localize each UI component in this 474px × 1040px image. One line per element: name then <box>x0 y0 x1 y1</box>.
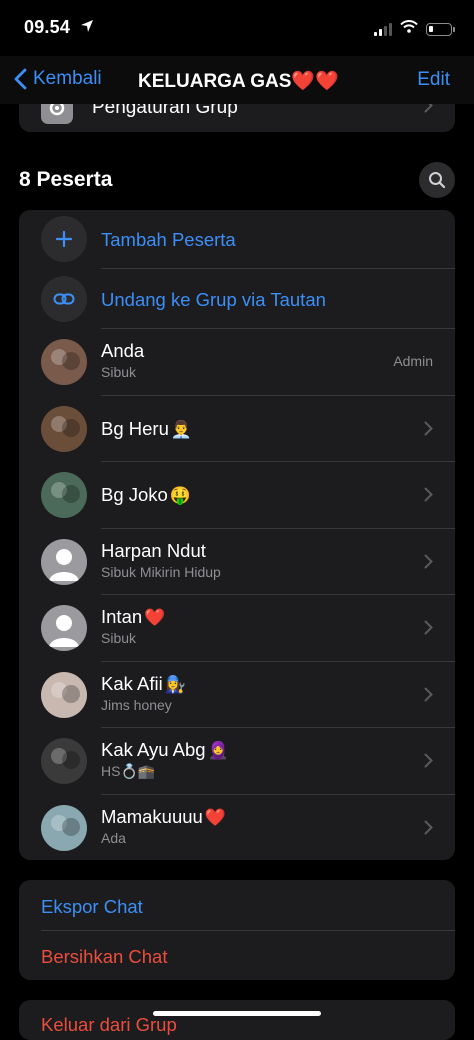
chevron-right-icon <box>424 687 433 707</box>
chevron-right-icon <box>424 620 433 640</box>
clear-chat-button[interactable]: Bersihkan Chat <box>41 946 167 968</box>
participant-row[interactable]: Bg Heru 👨‍💼 <box>19 396 455 462</box>
participants-list: Tambah Peserta Undang ke Grup via Tautan… <box>19 210 455 860</box>
participant-name: Anda <box>101 340 145 361</box>
chevron-right-icon <box>424 753 433 773</box>
participant-status: Sibuk Mikirin Hidup <box>101 563 221 580</box>
home-indicator <box>153 1011 321 1016</box>
export-chat-button[interactable]: Ekspor Chat <box>41 896 143 918</box>
participant-name: Bg Heru 👨‍💼 <box>101 417 193 439</box>
participant-row[interactable]: Mamakuuuu ❤️ Ada <box>19 795 455 861</box>
participants-count: 8 Peserta <box>19 168 113 191</box>
invite-link-row[interactable]: Undang ke Grup via Tautan <box>19 269 455 329</box>
participant-name: Kak Ayu Abg 🧕 <box>101 739 229 760</box>
chevron-right-icon <box>424 554 433 574</box>
cellular-signal-icon <box>374 22 392 36</box>
avatar <box>41 405 87 452</box>
wifi-icon <box>400 20 418 38</box>
participant-row[interactable]: Bg Joko 🤑 <box>19 462 455 529</box>
chevron-right-icon <box>424 487 433 507</box>
add-participant-label: Tambah Peserta <box>101 229 236 250</box>
status-bar: 09.54 <box>0 0 474 56</box>
participant-row[interactable]: Anda Sibuk Admin <box>19 329 455 396</box>
participant-name: Mamakuuuu ❤️ <box>101 805 226 827</box>
avatar <box>41 804 87 851</box>
add-participant-row[interactable]: Tambah Peserta <box>19 210 455 269</box>
search-icon <box>429 172 446 189</box>
avatar <box>41 605 87 652</box>
link-icon <box>41 276 87 322</box>
back-button[interactable]: Kembali <box>14 68 102 90</box>
admin-badge: Admin <box>393 353 433 370</box>
exit-group-card: Keluar dari Grup <box>19 1000 455 1040</box>
battery-icon <box>426 22 455 36</box>
status-time: 09.54 <box>24 17 71 37</box>
nav-bar: Kembali KELUARGA GAS❤️❤️ Edit <box>0 56 474 104</box>
participant-name: Harpan Ndut <box>101 539 206 561</box>
participant-row[interactable]: Intan ❤️ Sibuk <box>19 595 455 662</box>
exit-group-button[interactable]: Keluar dari Grup <box>41 1014 177 1036</box>
participant-row[interactable]: Kak Ayu Abg 🧕 HS💍🕋 <box>19 728 455 795</box>
back-label: Kembali <box>33 68 102 89</box>
avatar <box>41 339 87 386</box>
search-button[interactable] <box>419 162 455 198</box>
participant-row[interactable]: Kak Afii 👩‍🔧 Jims honey <box>19 662 455 728</box>
page-title: KELUARGA GAS❤️❤️ <box>138 71 339 92</box>
participant-status: Sibuk <box>101 630 137 646</box>
chevron-right-icon <box>424 421 433 441</box>
avatar <box>41 671 87 718</box>
participant-name: Kak Afii 👩‍🔧 <box>101 672 186 694</box>
participant-status: Jims honey <box>101 696 172 713</box>
chevron-right-icon <box>424 820 433 840</box>
avatar <box>41 472 87 519</box>
chevron-left-icon <box>14 68 27 90</box>
participant-status: HS💍🕋 <box>101 763 156 779</box>
participant-name: Bg Joko 🤑 <box>101 484 192 505</box>
participant-status: Ada <box>101 829 126 846</box>
location-arrow-icon <box>80 19 94 38</box>
participant-row[interactable]: Harpan Ndut Sibuk Mikirin Hidup <box>19 529 455 595</box>
invite-link-label: Undang ke Grup via Tautan <box>101 289 326 310</box>
participant-status: Sibuk <box>101 364 137 380</box>
avatar <box>41 738 87 785</box>
avatar <box>41 538 87 585</box>
participant-name: Intan ❤️ <box>101 606 166 627</box>
edit-button[interactable]: Edit <box>417 69 450 91</box>
chat-actions: Ekspor Chat Bersihkan Chat <box>19 880 455 980</box>
plus-icon <box>41 216 87 262</box>
